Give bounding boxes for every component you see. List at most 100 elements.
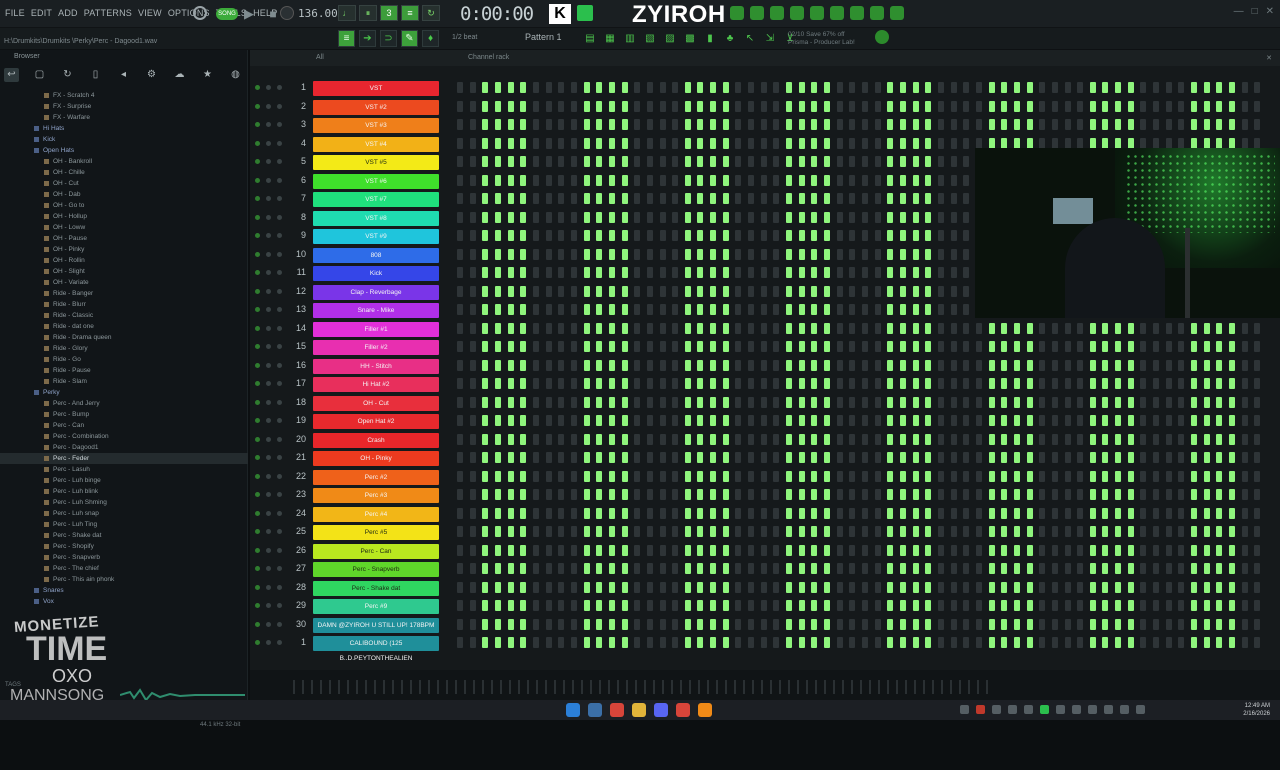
pan-knob[interactable] xyxy=(266,214,271,220)
step-button[interactable] xyxy=(697,489,704,500)
step-button[interactable] xyxy=(646,433,653,445)
step-button[interactable] xyxy=(899,82,906,93)
channel-name-button[interactable]: Open Hat #2 xyxy=(313,414,439,429)
step-button[interactable] xyxy=(469,304,476,315)
step-button[interactable] xyxy=(735,174,742,186)
step-button[interactable] xyxy=(887,211,894,223)
step-button[interactable] xyxy=(1013,526,1020,537)
step-button[interactable] xyxy=(697,100,704,112)
step-button[interactable] xyxy=(507,452,514,463)
step-button[interactable] xyxy=(646,119,653,130)
step-button[interactable] xyxy=(887,600,894,611)
step-button[interactable] xyxy=(1115,600,1122,611)
step-button[interactable] xyxy=(874,526,881,537)
step-button[interactable] xyxy=(710,600,717,611)
step-button[interactable] xyxy=(634,322,641,334)
step-button[interactable] xyxy=(1191,100,1198,112)
step-button[interactable] xyxy=(773,174,780,186)
step-button[interactable] xyxy=(1051,544,1058,556)
step-button[interactable] xyxy=(887,82,894,93)
step-button[interactable] xyxy=(469,563,476,574)
step-button[interactable] xyxy=(748,563,755,574)
step-button[interactable] xyxy=(684,304,691,315)
step-button[interactable] xyxy=(1153,82,1160,93)
step-button[interactable] xyxy=(545,82,552,93)
step-button[interactable] xyxy=(469,452,476,463)
step-button[interactable] xyxy=(1127,526,1134,537)
step-button[interactable] xyxy=(760,248,767,260)
step-button[interactable] xyxy=(1127,82,1134,93)
step-button[interactable] xyxy=(558,137,565,149)
step-button[interactable] xyxy=(482,618,489,630)
step-button[interactable] xyxy=(710,211,717,223)
step-button[interactable] xyxy=(988,322,995,334)
step-button[interactable] xyxy=(532,544,539,556)
step-button[interactable] xyxy=(482,507,489,519)
step-button[interactable] xyxy=(950,618,957,630)
step-button[interactable] xyxy=(608,618,615,630)
step-button[interactable] xyxy=(1115,507,1122,519)
channel-name-button[interactable]: HH - Stitch xyxy=(313,358,439,374)
step-button[interactable] xyxy=(634,119,641,130)
step-button[interactable] xyxy=(596,193,603,204)
step-button[interactable] xyxy=(722,267,729,278)
step-button[interactable] xyxy=(1140,137,1147,149)
wait-input-icon[interactable]: ⏸ xyxy=(359,5,377,21)
step-button[interactable] xyxy=(963,100,970,112)
step-button[interactable] xyxy=(1203,526,1210,537)
browser-file[interactable]: Perc - Shake dat xyxy=(0,530,248,541)
step-button[interactable] xyxy=(1026,452,1033,463)
step-button[interactable] xyxy=(798,452,805,463)
step-button[interactable] xyxy=(925,563,932,574)
step-button[interactable] xyxy=(608,433,615,445)
step-button[interactable] xyxy=(1089,544,1096,556)
step-button[interactable] xyxy=(899,211,906,223)
step-button[interactable] xyxy=(735,581,742,593)
step-button[interactable] xyxy=(912,526,919,537)
step-button[interactable] xyxy=(773,470,780,482)
step-button[interactable] xyxy=(975,137,982,149)
step-button[interactable] xyxy=(457,526,463,537)
step-button[interactable] xyxy=(937,452,944,463)
step-button[interactable] xyxy=(558,341,565,352)
step-button[interactable] xyxy=(963,341,970,352)
step-button[interactable] xyxy=(1026,618,1033,630)
step-button[interactable] xyxy=(874,600,881,611)
step-button[interactable] xyxy=(570,100,577,112)
step-button[interactable] xyxy=(672,82,679,93)
step-button[interactable] xyxy=(570,581,577,593)
step-button[interactable] xyxy=(1191,470,1198,482)
step-button[interactable] xyxy=(583,137,590,149)
step-button[interactable] xyxy=(811,452,818,463)
step-button[interactable] xyxy=(824,230,831,241)
step-button[interactable] xyxy=(912,452,919,463)
volume-knob[interactable] xyxy=(277,566,282,571)
tool-icon-2[interactable]: ▦ xyxy=(602,30,618,47)
step-button[interactable] xyxy=(634,230,641,241)
channel-name-button[interactable]: Filler #1 xyxy=(313,321,439,337)
step-button[interactable] xyxy=(1216,452,1223,463)
step-button[interactable] xyxy=(1115,378,1122,389)
step-button[interactable] xyxy=(874,637,881,648)
step-button[interactable] xyxy=(684,137,691,149)
step-button[interactable] xyxy=(722,489,729,500)
step-button[interactable] xyxy=(862,174,868,186)
step-button[interactable] xyxy=(1089,137,1096,149)
step-button[interactable] xyxy=(798,396,805,408)
step-button[interactable] xyxy=(1165,526,1172,537)
step-button[interactable] xyxy=(1229,507,1236,519)
step-button[interactable] xyxy=(1127,378,1134,389)
step-button[interactable] xyxy=(697,248,704,260)
step-button[interactable] xyxy=(760,415,767,426)
step-button[interactable] xyxy=(862,452,868,463)
step-button[interactable] xyxy=(811,267,818,278)
step-button[interactable] xyxy=(672,248,679,260)
step-button[interactable] xyxy=(950,378,957,389)
step-button[interactable] xyxy=(684,618,691,630)
step-button[interactable] xyxy=(532,452,539,463)
step-button[interactable] xyxy=(748,637,755,648)
step-button[interactable] xyxy=(457,304,463,315)
channel-name-button[interactable]: VST #8 xyxy=(313,210,439,226)
step-button[interactable] xyxy=(457,563,463,574)
step-button[interactable] xyxy=(748,581,755,593)
